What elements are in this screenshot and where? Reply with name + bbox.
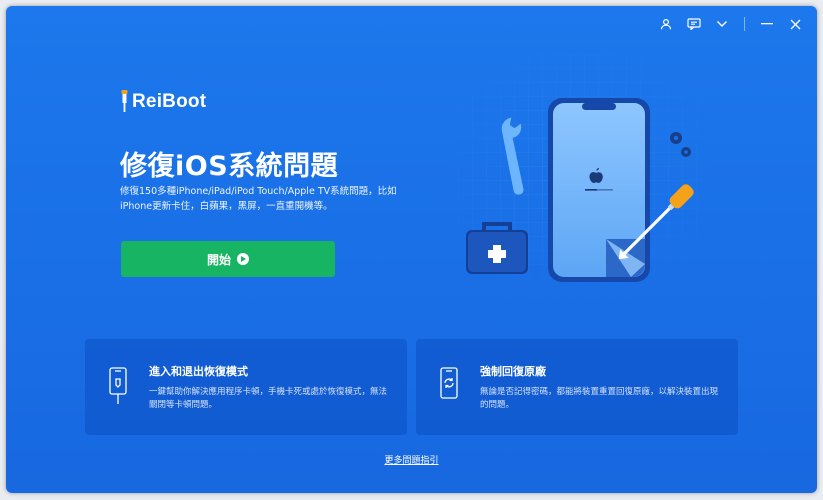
brand-name: ReiBoot [132, 91, 207, 112]
close-icon[interactable] [787, 16, 803, 32]
card-title: 進入和退出恢復模式 [149, 365, 248, 378]
card-title: 強制回復原廠 [480, 365, 546, 378]
app-window: ReiBoot 修復iOS系統問題 修復150多種iPhone/iPad/iPo… [6, 6, 817, 493]
phone-reset-icon [438, 367, 466, 435]
start-button-label: 開始 [206, 252, 231, 267]
phone-cable-icon [107, 367, 135, 435]
screwdriver-logo-icon [121, 90, 128, 112]
page-title: 修復iOS系統問題 [120, 151, 339, 182]
toolbox-illustration [466, 222, 528, 274]
repair-illustration [444, 54, 714, 314]
start-button[interactable]: 開始 [121, 241, 335, 277]
card-description: 一鍵幫助你解決應用程序卡頓，手機卡死或處於恢復模式，無法關閉等卡頓問題。 [149, 387, 388, 410]
feedback-icon[interactable] [686, 16, 702, 32]
play-icon [237, 253, 249, 265]
chevron-down-icon[interactable] [714, 16, 730, 32]
user-icon[interactable] [658, 16, 674, 32]
titlebar-controls [658, 16, 803, 32]
card-text: 進入和退出恢復模式 一鍵幫助你解決應用程序卡頓，手機卡死或處於恢復模式，無法關閉… [149, 363, 393, 435]
card-recovery-mode[interactable]: 進入和退出恢復模式 一鍵幫助你解決應用程序卡頓，手機卡死或處於恢復模式，無法關閉… [85, 339, 407, 435]
phone-illustration [548, 98, 650, 282]
card-text: 強制回復原廠 無論是否記得密碼，都能將裝置重置回復原廠，以解決裝置出現的問題。 [480, 363, 724, 435]
more-help-link-label[interactable]: 更多問題指引 [384, 456, 438, 466]
card-description: 無論是否記得密碼，都能將裝置重置回復原廠，以解決裝置出現的問題。 [480, 387, 719, 410]
brand-logo: ReiBoot [120, 90, 206, 114]
titlebar-divider [744, 17, 745, 31]
minimize-icon[interactable] [759, 16, 775, 32]
more-help-link[interactable]: 更多問題指引 [6, 453, 817, 466]
page-description: 修復150多種iPhone/iPad/iPod Touch/Apple TV系統… [120, 186, 397, 212]
card-factory-reset[interactable]: 強制回復原廠 無論是否記得密碼，都能將裝置重置回復原廠，以解決裝置出現的問題。 [416, 339, 738, 435]
